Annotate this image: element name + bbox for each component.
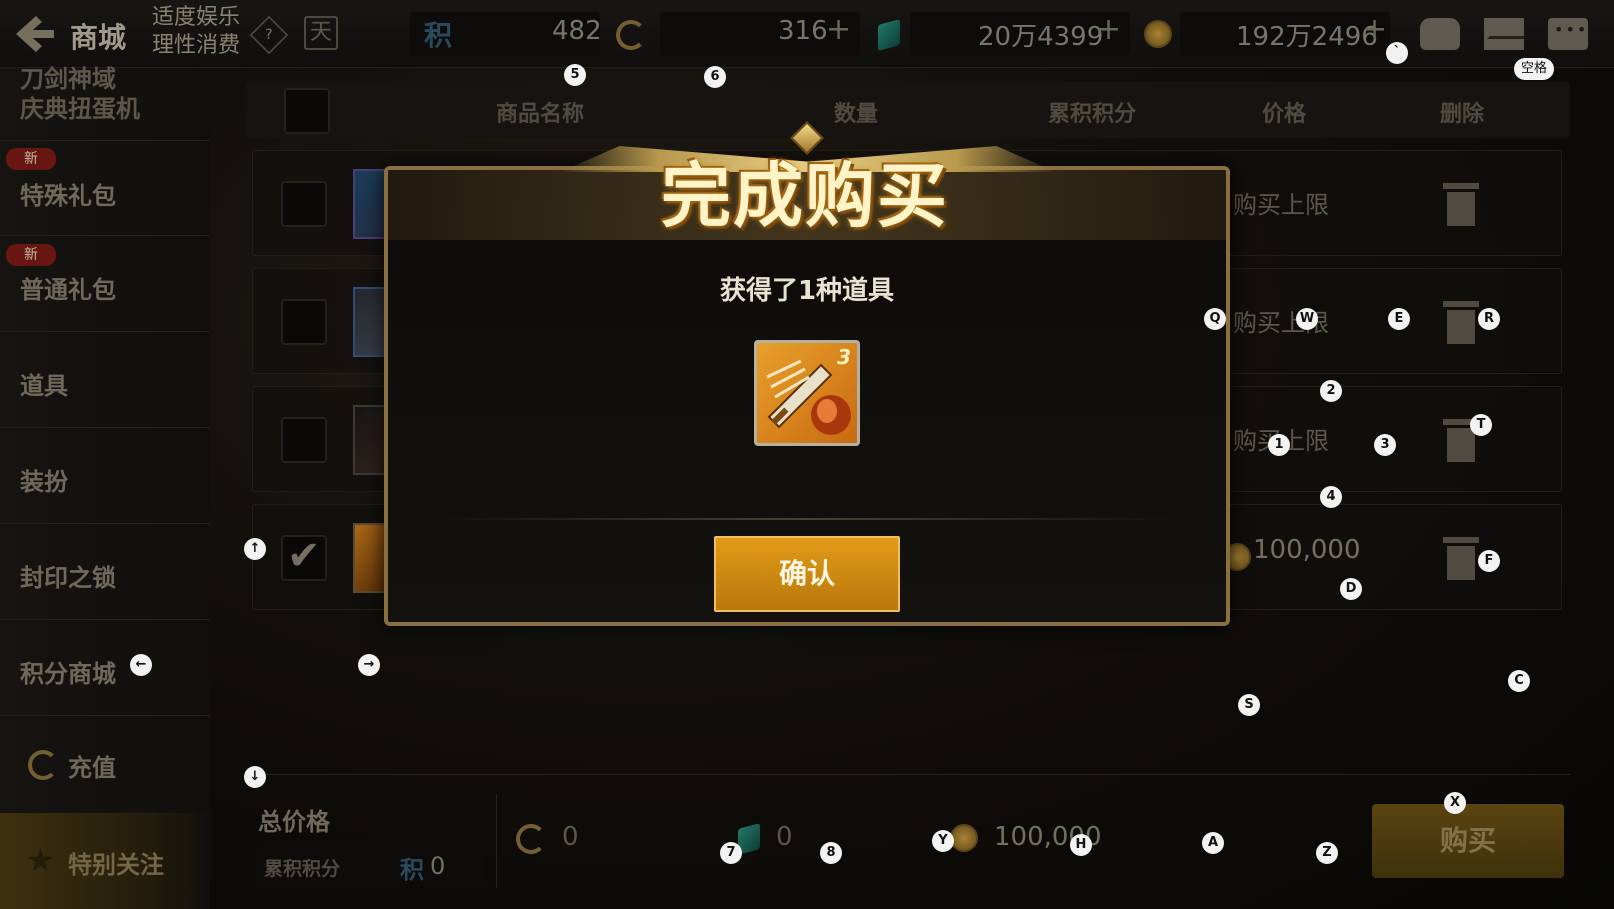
confirm-button[interactable]: 确认 [714, 536, 900, 612]
hint-T: T [1470, 414, 1492, 436]
hint-W: W [1296, 308, 1318, 330]
hint-7: 7 [720, 842, 742, 864]
hint-up: ↑ [244, 538, 266, 560]
hint-D: D [1340, 578, 1362, 600]
hint-H: H [1070, 834, 1092, 856]
hint-S: S [1238, 694, 1260, 716]
hint-left: ← [130, 654, 152, 676]
hint-2: 2 [1320, 380, 1342, 402]
hint-space: 空格 [1514, 58, 1554, 80]
hint-R: R [1478, 308, 1500, 330]
hint-1: 1 [1268, 434, 1290, 456]
hint-3: 3 [1374, 434, 1396, 456]
hint-5: 5 [564, 64, 586, 86]
dialog-title: 完成购买 [661, 155, 949, 237]
hint-E: E [1388, 308, 1410, 330]
hint-4: 4 [1320, 486, 1342, 508]
hint-8: 8 [820, 842, 842, 864]
dialog-message: 获得了1种道具 [719, 276, 895, 306]
dialog-divider [440, 518, 1174, 520]
hint-X: X [1444, 792, 1466, 814]
hint-down: ↓ [244, 766, 266, 788]
hint-F: F [1478, 550, 1500, 572]
hint-backtick: ` [1386, 42, 1408, 64]
hint-6: 6 [704, 66, 726, 88]
reward-item-slot[interactable]: 3 [754, 340, 860, 446]
hint-C: C [1508, 670, 1530, 692]
hint-right: → [358, 654, 380, 676]
hint-Q: Q [1204, 308, 1226, 330]
hint-Y: Y [932, 830, 954, 852]
hint-Z: Z [1316, 842, 1338, 864]
item-stack-count: 3 [837, 345, 851, 369]
hint-A: A [1202, 832, 1224, 854]
